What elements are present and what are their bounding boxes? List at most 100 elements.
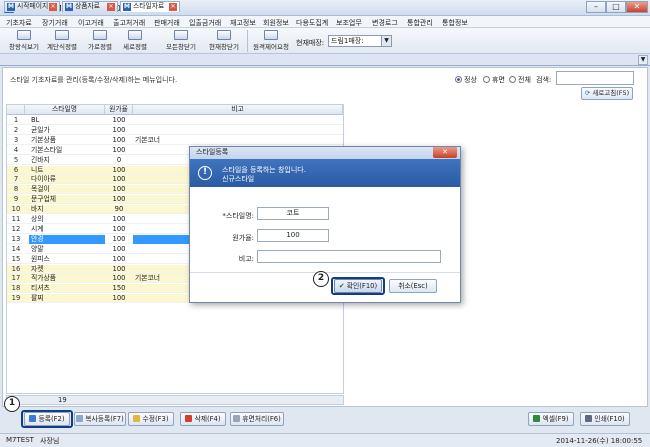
tab-close-icon[interactable]: ✕ — [169, 3, 177, 11]
window-icon — [17, 30, 31, 40]
cell-cost-rate: 100 — [112, 125, 126, 134]
cell-cost-rate: 100 — [112, 135, 126, 144]
note-field[interactable] — [257, 250, 441, 263]
table-row[interactable]: 1 BL 100 — [7, 116, 343, 125]
cell-style-name: 티셔츠 — [31, 284, 50, 293]
cell-style-name: 팔찌 — [31, 294, 44, 303]
dialog-close-button[interactable]: ✕ — [433, 147, 457, 158]
tile-vertical-icon — [128, 30, 142, 40]
cancel-button[interactable]: 취소(Esc) — [389, 279, 437, 293]
menu-item[interactable]: 회원정보 — [263, 18, 289, 28]
close-all-icon — [174, 30, 188, 40]
radio-selected-icon — [455, 76, 462, 83]
row-selection-highlight — [133, 234, 195, 244]
row-number: 5 — [13, 155, 19, 164]
button-label: 휴면처리(F6) — [242, 415, 281, 423]
cell-cost-rate: 90 — [114, 205, 124, 214]
status-user: M7TEST — [6, 436, 34, 444]
cost-rate-field[interactable]: 100 — [257, 229, 329, 242]
tile-horizontal-button[interactable]: 가로정렬 — [84, 29, 116, 53]
cell-style-name: 니트 — [31, 165, 44, 174]
tab-close-icon[interactable]: ✕ — [107, 3, 115, 11]
filter-normal-radio[interactable]: 정상 — [455, 75, 477, 85]
tab-close-icon[interactable]: ✕ — [49, 3, 57, 11]
menu-item[interactable]: 변경로그 — [372, 18, 398, 28]
store-select[interactable]: 드림1매장: ▼ — [328, 35, 392, 47]
menu-item[interactable]: 재고정보 — [230, 18, 256, 28]
filter-all-radio[interactable]: 전체 — [509, 75, 531, 85]
row-number: 15 — [11, 254, 21, 263]
row-number: 9 — [13, 195, 19, 204]
row-number: 17 — [11, 274, 21, 283]
cell-style-name: 기본상품 — [31, 135, 57, 144]
radio-icon — [483, 76, 490, 83]
delete-button[interactable]: 삭제(F4) — [180, 412, 226, 426]
dormant-process-button[interactable]: 휴면처리(F6) — [230, 412, 284, 426]
row-number: 1 — [13, 116, 19, 124]
chevron-down-icon[interactable]: ▼ — [381, 36, 391, 46]
tab-style-data[interactable]: M 스타일자료 ✕ — [120, 1, 180, 12]
menu-item[interactable]: 장기거래 — [42, 18, 68, 28]
tile-vertical-button[interactable]: 세로정렬 — [118, 29, 152, 53]
close-current-window-button[interactable]: 현재창닫기 — [204, 29, 244, 53]
menu-item[interactable]: 보조업무 — [336, 18, 362, 28]
cell-style-name: 긴바지 — [31, 155, 50, 164]
cell-cost-rate: 100 — [112, 185, 126, 194]
column-header-note[interactable]: 비고 — [133, 105, 343, 115]
style-name-field[interactable]: 코트 — [257, 207, 329, 220]
toolbar-label: 현재창닫기 — [209, 43, 239, 51]
filter-dormant-radio[interactable]: 휴면 — [483, 75, 505, 85]
refresh-button[interactable]: ⟳ 새로고침(F5) — [581, 87, 633, 100]
cascade-arrange-button[interactable]: 계단식정렬 — [44, 29, 80, 53]
row-number-header — [7, 105, 25, 115]
copy-register-button[interactable]: 복사등록(F7) — [74, 412, 126, 426]
maximize-button[interactable]: □ — [606, 1, 626, 13]
table-footer — [6, 395, 344, 405]
print-button[interactable]: 인쇄(F10) — [580, 412, 630, 426]
tab-icon: M — [65, 3, 73, 11]
tab-product-data[interactable]: M 상품자료 ✕ — [62, 1, 118, 12]
cell-style-name: 상의 — [31, 215, 44, 223]
edit-button[interactable]: 수정(F3) — [128, 412, 174, 426]
table-row[interactable]: 3 기본상품 100 기본코너 — [7, 136, 343, 145]
row-number: 19 — [11, 294, 21, 303]
cell-style-name: 문구업체 — [31, 195, 57, 204]
column-header-name[interactable]: 스타일명 — [25, 105, 105, 115]
menu-item[interactable]: 출고처거래 — [113, 18, 145, 28]
remote-control-button[interactable]: 원격제어요청 — [250, 29, 292, 53]
menu-item[interactable]: 판매거래 — [154, 18, 180, 28]
cell-style-name: 다이아류 — [31, 175, 57, 184]
excel-button[interactable]: 엑셀(F9) — [528, 412, 574, 426]
tab-start-page[interactable]: M 시작페이지 ✕ — [4, 1, 60, 12]
menu-item[interactable]: 통합정보 — [442, 18, 468, 28]
cell-cost-rate: 100 — [112, 165, 126, 174]
cell-note: 기본코너 — [135, 135, 161, 144]
button-label: 인쇄(F10) — [594, 415, 625, 423]
cell-cost-rate: 100 — [112, 294, 126, 303]
cell-style-name: 자켓 — [31, 264, 44, 273]
button-label: 복사등록(F7) — [85, 415, 124, 423]
annotation-highlight-register — [21, 410, 73, 428]
table-row[interactable]: 2 균일가 100 — [7, 126, 343, 135]
cell-cost-rate: 100 — [112, 264, 126, 273]
menu-item[interactable]: 이고거래 — [78, 18, 104, 28]
radio-label: 전체 — [518, 76, 531, 84]
copy-icon — [76, 415, 84, 422]
cascade-view-button[interactable]: 창왕식보기 — [6, 29, 42, 53]
search-input[interactable] — [556, 71, 634, 85]
menu-item[interactable]: 기초자료 — [6, 18, 32, 28]
menu-item[interactable]: 다용도집계 — [296, 18, 328, 28]
minimize-button[interactable]: – — [586, 1, 606, 13]
close-all-windows-button[interactable]: 모든창닫기 — [162, 29, 200, 53]
cell-cost-rate: 100 — [112, 234, 126, 243]
radio-label: 휴면 — [492, 76, 505, 84]
cell-cost-rate: 100 — [112, 215, 126, 223]
info-icon: ! — [198, 166, 212, 180]
close-window-button[interactable]: ✕ — [626, 1, 648, 13]
cell-style-name: 목걸이 — [31, 185, 50, 194]
menu-item[interactable]: 입출금거래 — [189, 18, 221, 28]
tab-scroll-icon[interactable]: ▼ — [638, 55, 648, 65]
remote-icon — [264, 30, 278, 40]
column-header-price[interactable]: 원가율 — [105, 105, 133, 115]
menu-item[interactable]: 통합관리 — [407, 18, 433, 28]
